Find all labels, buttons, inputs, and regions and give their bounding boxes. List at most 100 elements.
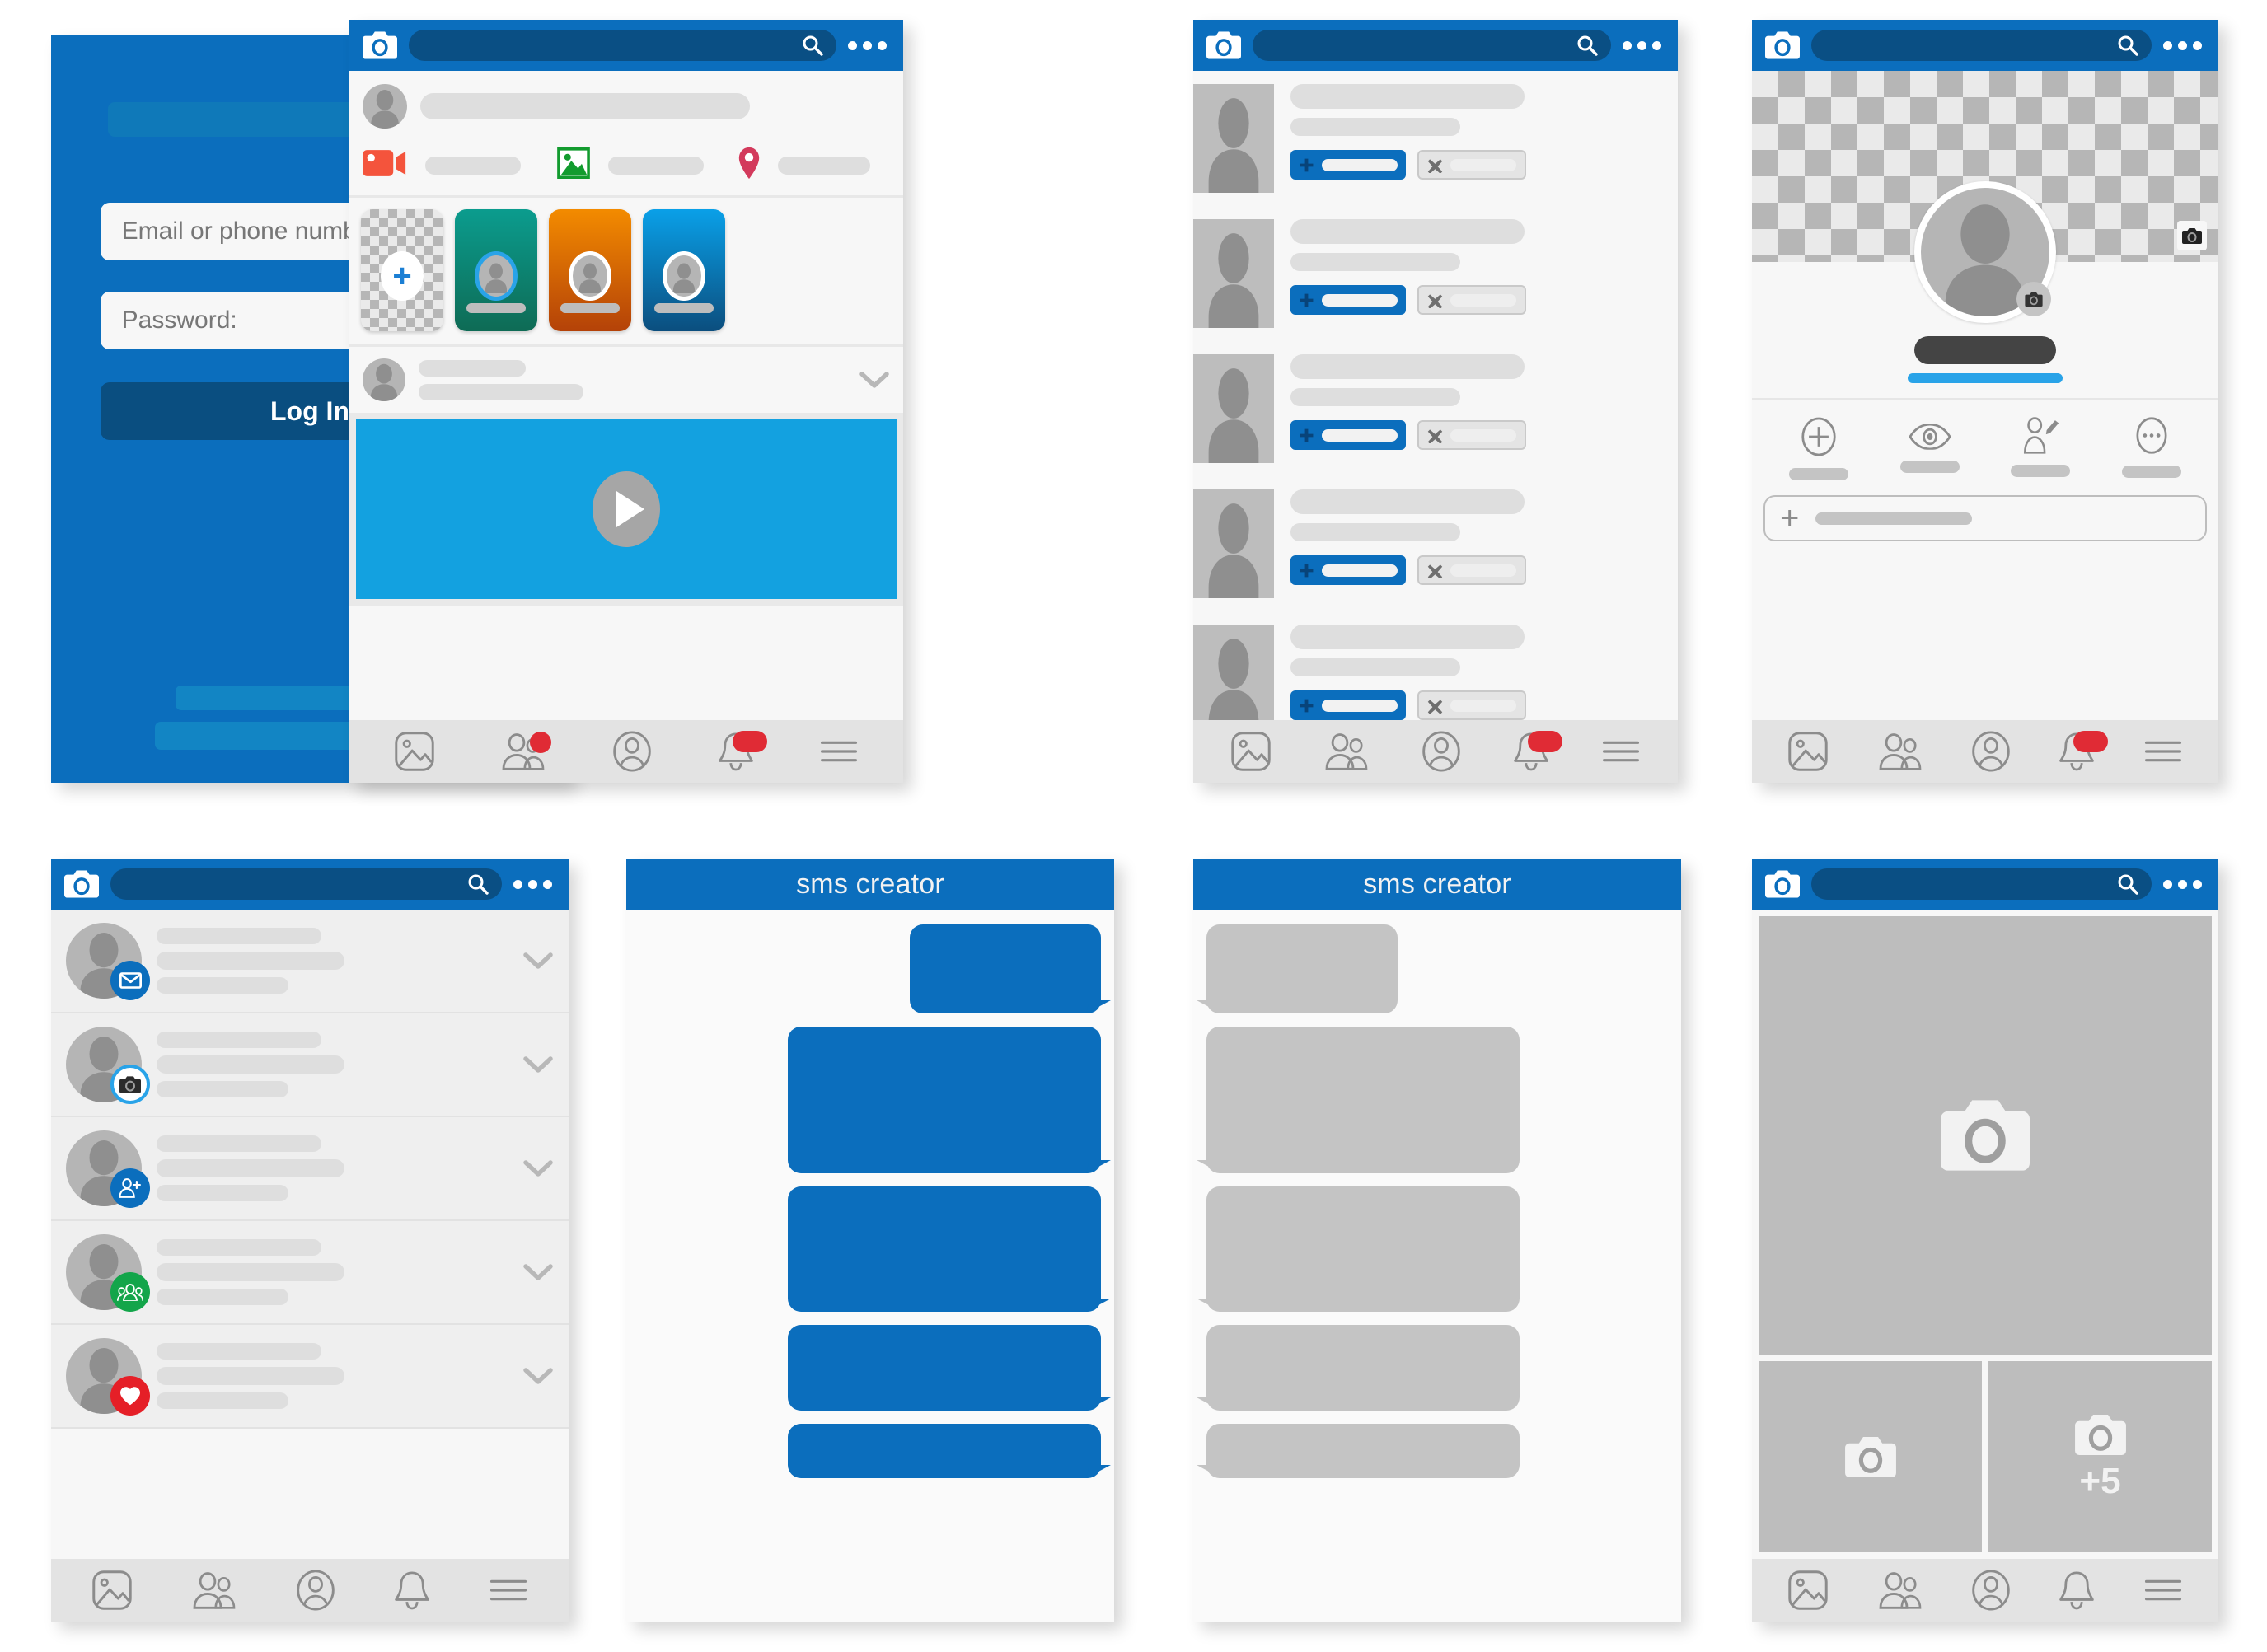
nav-menu[interactable] [1601, 737, 1641, 765]
message-bubble[interactable] [788, 1325, 1101, 1411]
nav-friends[interactable] [191, 1570, 237, 1610]
video-camera-icon[interactable] [363, 147, 407, 183]
story-add-card[interactable]: + [361, 209, 443, 331]
play-icon[interactable] [593, 471, 660, 547]
nav-friends[interactable] [500, 732, 552, 771]
action-edit-profile[interactable] [2011, 416, 2071, 480]
delete-button[interactable] [1417, 285, 1526, 315]
more-dots-icon[interactable] [2163, 40, 2205, 50]
story-card[interactable] [455, 209, 537, 331]
nav-menu[interactable] [489, 1576, 528, 1604]
story-card[interactable] [643, 209, 725, 331]
confirm-button[interactable] [1290, 690, 1406, 720]
message-bubble[interactable] [788, 1027, 1101, 1173]
friend-request-row[interactable] [1193, 611, 1678, 720]
delete-button[interactable] [1417, 690, 1526, 720]
nav-menu[interactable] [2143, 1576, 2183, 1604]
camera-icon[interactable] [1765, 870, 1800, 898]
confirm-button[interactable] [1290, 420, 1406, 450]
chevron-down-icon[interactable] [522, 1367, 554, 1385]
nav-profile[interactable] [296, 1569, 335, 1612]
chevron-down-icon[interactable] [859, 371, 890, 389]
action-more[interactable] [2121, 416, 2181, 480]
nav-menu[interactable] [819, 737, 859, 765]
gallery-tile[interactable] [1759, 1361, 1982, 1552]
more-dots-icon[interactable] [2163, 879, 2205, 889]
notification-row[interactable] [51, 1325, 569, 1429]
more-dots-icon[interactable] [1623, 40, 1665, 50]
message-bubble[interactable] [1206, 1186, 1520, 1312]
camera-icon[interactable] [2177, 221, 2207, 250]
chevron-down-icon[interactable] [522, 1263, 554, 1281]
more-dots-icon[interactable] [513, 879, 555, 889]
nav-photos[interactable] [394, 731, 435, 772]
story-card[interactable] [549, 209, 631, 331]
nav-profile[interactable] [1971, 1569, 2011, 1612]
notifications-list[interactable] [51, 910, 569, 1559]
notification-row[interactable] [51, 910, 569, 1013]
camera-icon[interactable] [64, 870, 99, 898]
search-input[interactable] [1811, 868, 2152, 900]
nav-menu[interactable] [2143, 737, 2183, 765]
gallery-main-tile[interactable] [1759, 916, 2212, 1355]
camera-icon[interactable] [1206, 31, 1241, 59]
chevron-down-icon[interactable] [522, 1159, 554, 1177]
notification-row[interactable] [51, 1013, 569, 1117]
friend-request-row[interactable] [1193, 476, 1678, 611]
gallery-tile-more[interactable]: +5 [1988, 1361, 2212, 1552]
nav-profile[interactable] [612, 730, 652, 773]
nav-notifications[interactable] [1513, 731, 1562, 772]
camera-icon[interactable] [1765, 31, 1800, 59]
nav-photos[interactable] [1787, 731, 1829, 772]
notification-row[interactable] [51, 1221, 569, 1325]
nav-photos[interactable] [1230, 731, 1272, 772]
search-input[interactable] [1811, 30, 2152, 61]
nav-friends[interactable] [1877, 732, 1923, 771]
stories-rail[interactable]: + [349, 198, 903, 347]
nav-notifications[interactable] [2059, 731, 2109, 772]
message-thread[interactable] [1193, 910, 1681, 1622]
message-bubble[interactable] [1206, 1027, 1520, 1173]
friend-request-row[interactable] [1193, 206, 1678, 341]
delete-button[interactable] [1417, 150, 1526, 180]
status-input[interactable] [420, 93, 750, 119]
friend-request-list[interactable] [1193, 71, 1678, 720]
message-thread[interactable] [626, 910, 1114, 1622]
friend-request-row[interactable] [1193, 341, 1678, 476]
video-player[interactable] [356, 419, 897, 599]
action-add[interactable] [1789, 416, 1849, 480]
nav-photos[interactable] [91, 1570, 133, 1611]
location-pin-icon[interactable] [737, 147, 761, 184]
nav-profile[interactable] [1971, 730, 2011, 773]
search-input[interactable] [1253, 30, 1611, 61]
message-bubble[interactable] [910, 924, 1101, 1013]
camera-icon[interactable] [2016, 282, 2051, 316]
search-input[interactable] [409, 30, 836, 61]
avatar[interactable] [1914, 181, 2056, 323]
friend-request-row[interactable] [1193, 71, 1678, 206]
action-view[interactable] [1899, 416, 1960, 480]
delete-button[interactable] [1417, 420, 1526, 450]
photo-icon[interactable] [557, 147, 590, 183]
delete-button[interactable] [1417, 555, 1526, 585]
nav-friends[interactable] [1877, 1570, 1923, 1610]
message-bubble[interactable] [1206, 924, 1398, 1013]
nav-photos[interactable] [1787, 1570, 1829, 1611]
message-bubble[interactable] [788, 1424, 1101, 1478]
nav-notifications[interactable] [394, 1570, 430, 1611]
confirm-button[interactable] [1290, 150, 1406, 180]
confirm-button[interactable] [1290, 285, 1406, 315]
search-input[interactable] [110, 868, 502, 900]
chevron-down-icon[interactable] [522, 952, 554, 970]
chevron-down-icon[interactable] [522, 1055, 554, 1074]
message-bubble[interactable] [1206, 1424, 1520, 1478]
more-dots-icon[interactable] [848, 40, 890, 50]
nav-notifications[interactable] [2059, 1570, 2095, 1611]
message-bubble[interactable] [788, 1186, 1101, 1312]
nav-profile[interactable] [1422, 730, 1461, 773]
notification-row[interactable] [51, 1117, 569, 1221]
confirm-button[interactable] [1290, 555, 1406, 585]
message-bubble[interactable] [1206, 1325, 1520, 1411]
camera-icon[interactable] [363, 31, 397, 59]
add-post-input[interactable]: + [1763, 495, 2207, 541]
